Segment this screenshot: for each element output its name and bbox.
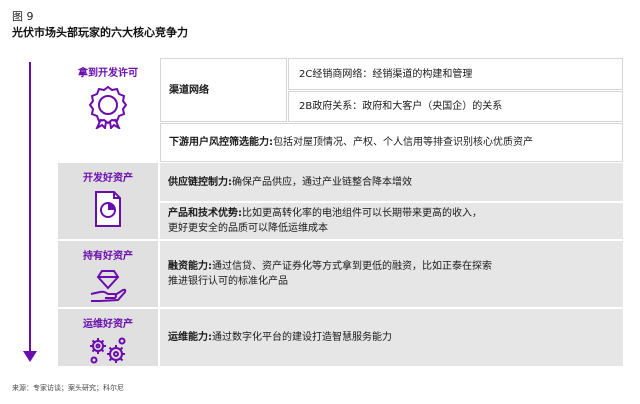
operations-row: 运维能力:通过数字化平台的建设打造智慧服务能力 xyxy=(160,309,623,366)
source-note: 来源：专家访谈；案头研究；科尔尼 xyxy=(12,384,124,392)
channel-network-label: 渠道网络 xyxy=(160,58,287,122)
supply-chain-row: 供应链控制力:确保产品供应，通过产业链整合降本增效 xyxy=(160,163,623,201)
product-tech-row: 产品和技术优势:比如更高转化率的电池组件可以长期带来更高的收入， 更好更安全的品… xyxy=(160,202,623,239)
document-chart-icon xyxy=(95,191,121,227)
stage-title: 开发好资产 xyxy=(83,173,133,184)
financing-row: 融资能力:通过信贷、资产证券化等方式拿到更低的融资，比如正泰在探索 推进银行认可… xyxy=(160,241,623,307)
stage-obtain-permit: 拿到开发许可 xyxy=(58,58,158,162)
stage-operate-assets: 运维好资产 xyxy=(58,309,158,366)
channel-network-2c: 2C经销商网络：经销渠道的构建和管理 xyxy=(288,58,623,90)
diamond-hand-icon xyxy=(90,270,127,302)
figure-label: 图 9 xyxy=(12,10,34,23)
stage-hold-assets: 持有好资产 xyxy=(58,241,158,307)
channel-network-2b: 2B政府关系：政府和大客户（央国企）的关系 xyxy=(288,91,623,122)
progress-arrow-line xyxy=(29,62,31,355)
stage-develop-assets: 开发好资产 xyxy=(58,163,158,239)
gears-icon xyxy=(90,337,126,364)
stage-title: 持有好资产 xyxy=(83,251,133,262)
award-ribbon-icon xyxy=(88,85,128,129)
risk-screening-row: 下游用户风控筛选能力:包括对屋顶情况、产权、个人信用等排查识别核心优质资产 xyxy=(160,123,623,162)
figure-title: 光伏市场头部玩家的六大核心竞争力 xyxy=(12,26,188,39)
stage-title: 拿到开发许可 xyxy=(78,68,138,79)
progress-arrow-head xyxy=(23,351,37,362)
stage-title: 运维好资产 xyxy=(83,319,133,330)
